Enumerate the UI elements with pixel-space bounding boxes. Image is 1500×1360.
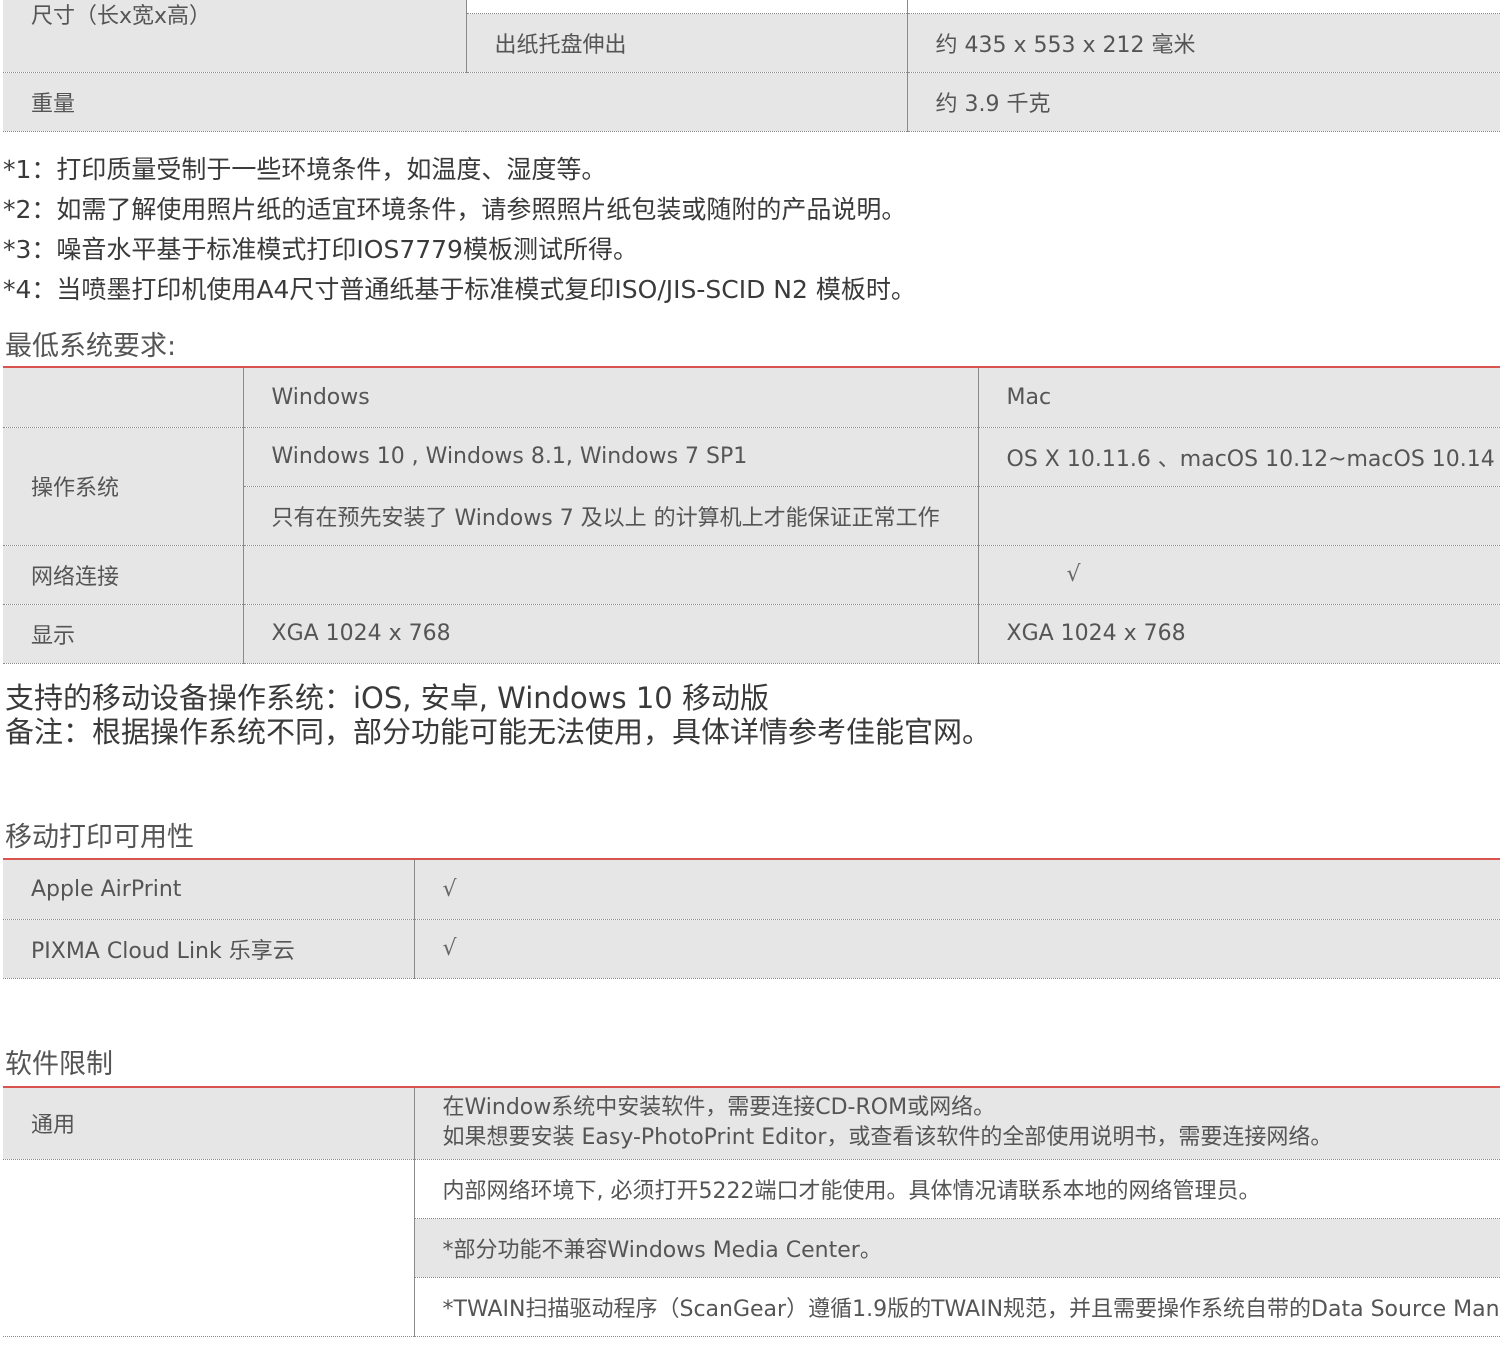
os-mac-value: OS X 10.11.6 、macOS 10.12~macOS 10.14 — [978, 427, 1500, 487]
general-note-line2: 如果想要安装 Easy-PhotoPrint Editor，或查看该软件的全部使… — [442, 1125, 1333, 1151]
sysreq-header-windows: Windows — [243, 366, 979, 428]
media-center-note: *部分功能不兼容Windows Media Center。 — [414, 1218, 1500, 1278]
twain-note: *TWAIN扫描驱动程序（ScanGear）遵循1.9版的TWAIN规范，并且需… — [414, 1277, 1500, 1337]
cloudlink-label: PIXMA Cloud Link 乐享云 — [3, 919, 415, 979]
cloudlink-check-mark: √ — [442, 936, 457, 961]
software-heading: 软件限制 — [5, 1049, 113, 1080]
footnote-3: *3：噪音水平基于标准模式打印IOS7779模板测试所得。 — [3, 235, 638, 264]
network-mac-check-mark: √ — [1066, 562, 1081, 587]
airprint-check: √ — [414, 858, 1500, 920]
dimensions-sub-label: 出纸托盘伸出 — [466, 13, 908, 73]
general-note-line1: 在Window系统中安装软件，需要连接CD-ROM或网络。 — [442, 1095, 996, 1121]
footnote-2: *2：如需了解使用照片纸的适宜环境条件，请参照照片纸包装或随附的产品说明。 — [3, 195, 907, 224]
dimensions-value-empty — [907, 0, 1500, 14]
sysreq-header-mac: Mac — [978, 366, 1500, 428]
os-mac-empty — [978, 486, 1500, 546]
port-note: 内部网络环境下, 必须打开5222端口才能使用。具体情况请联系本地的网络管理员。 — [414, 1159, 1500, 1219]
cloudlink-check: √ — [414, 919, 1500, 979]
network-mac-check: √ — [978, 545, 1500, 605]
dimensions-value: 约 435 x 553 x 212 毫米 — [907, 13, 1500, 73]
network-label: 网络连接 — [3, 545, 244, 605]
network-windows-empty — [243, 545, 979, 605]
sysreq-header-empty — [3, 366, 244, 428]
os-windows-value: Windows 10 , Windows 8.1, Windows 7 SP1 — [243, 427, 979, 487]
footnote-4: *4：当喷墨打印机使用A4尺寸普通纸基于标准模式复印ISO/JIS-SCID N… — [3, 275, 916, 304]
system-requirements-table: Windows Mac 操作系统 Windows 10 , Windows 8.… — [3, 366, 1500, 664]
general-label: 通用 — [3, 1086, 415, 1160]
dimensions-label-cell: 尺寸（长x宽x高） — [3, 0, 467, 73]
os-windows-note: 只有在预先安装了 Windows 7 及以上 的计算机上才能保证正常工作 — [243, 486, 979, 546]
dimensions-label: 尺寸（长x宽x高） — [31, 4, 212, 29]
weight-value: 约 3.9 千克 — [907, 72, 1500, 132]
display-mac-value: XGA 1024 x 768 — [978, 604, 1500, 664]
airprint-check-mark: √ — [442, 876, 457, 902]
footnote-1: *1：打印质量受制于一些环境条件，如温度、湿度等。 — [3, 155, 607, 184]
airprint-label: Apple AirPrint — [3, 858, 415, 920]
mobile-print-heading: 移动打印可用性 — [5, 822, 194, 853]
general-label-empty — [3, 1159, 415, 1337]
general-notes: 在Window系统中安装软件，需要连接CD-ROM或网络。 如果想要安装 Eas… — [414, 1086, 1500, 1160]
mobile-os-remark: 备注：根据操作系统不同，部分功能可能无法使用，具体详情参考佳能官网。 — [5, 715, 992, 749]
display-label: 显示 — [3, 604, 244, 664]
system-requirements-heading: 最低系统要求: — [5, 331, 177, 362]
mobile-os-support: 支持的移动设备操作系统：iOS, 安卓, Windows 10 移动版 — [5, 681, 769, 715]
dimensions-table: 尺寸（长x宽x高） 出纸托盘伸出 约 435 x 553 x 212 毫米 重量… — [3, 0, 1500, 132]
mobile-print-table: Apple AirPrint √ PIXMA Cloud Link 乐享云 √ — [3, 858, 1500, 979]
os-label: 操作系统 — [3, 427, 244, 546]
software-table: 通用 在Window系统中安装软件，需要连接CD-ROM或网络。 如果想要安装 … — [3, 1086, 1500, 1337]
dimensions-sub-empty — [466, 0, 908, 14]
weight-label: 重量 — [3, 72, 908, 132]
display-windows-value: XGA 1024 x 768 — [243, 604, 979, 664]
